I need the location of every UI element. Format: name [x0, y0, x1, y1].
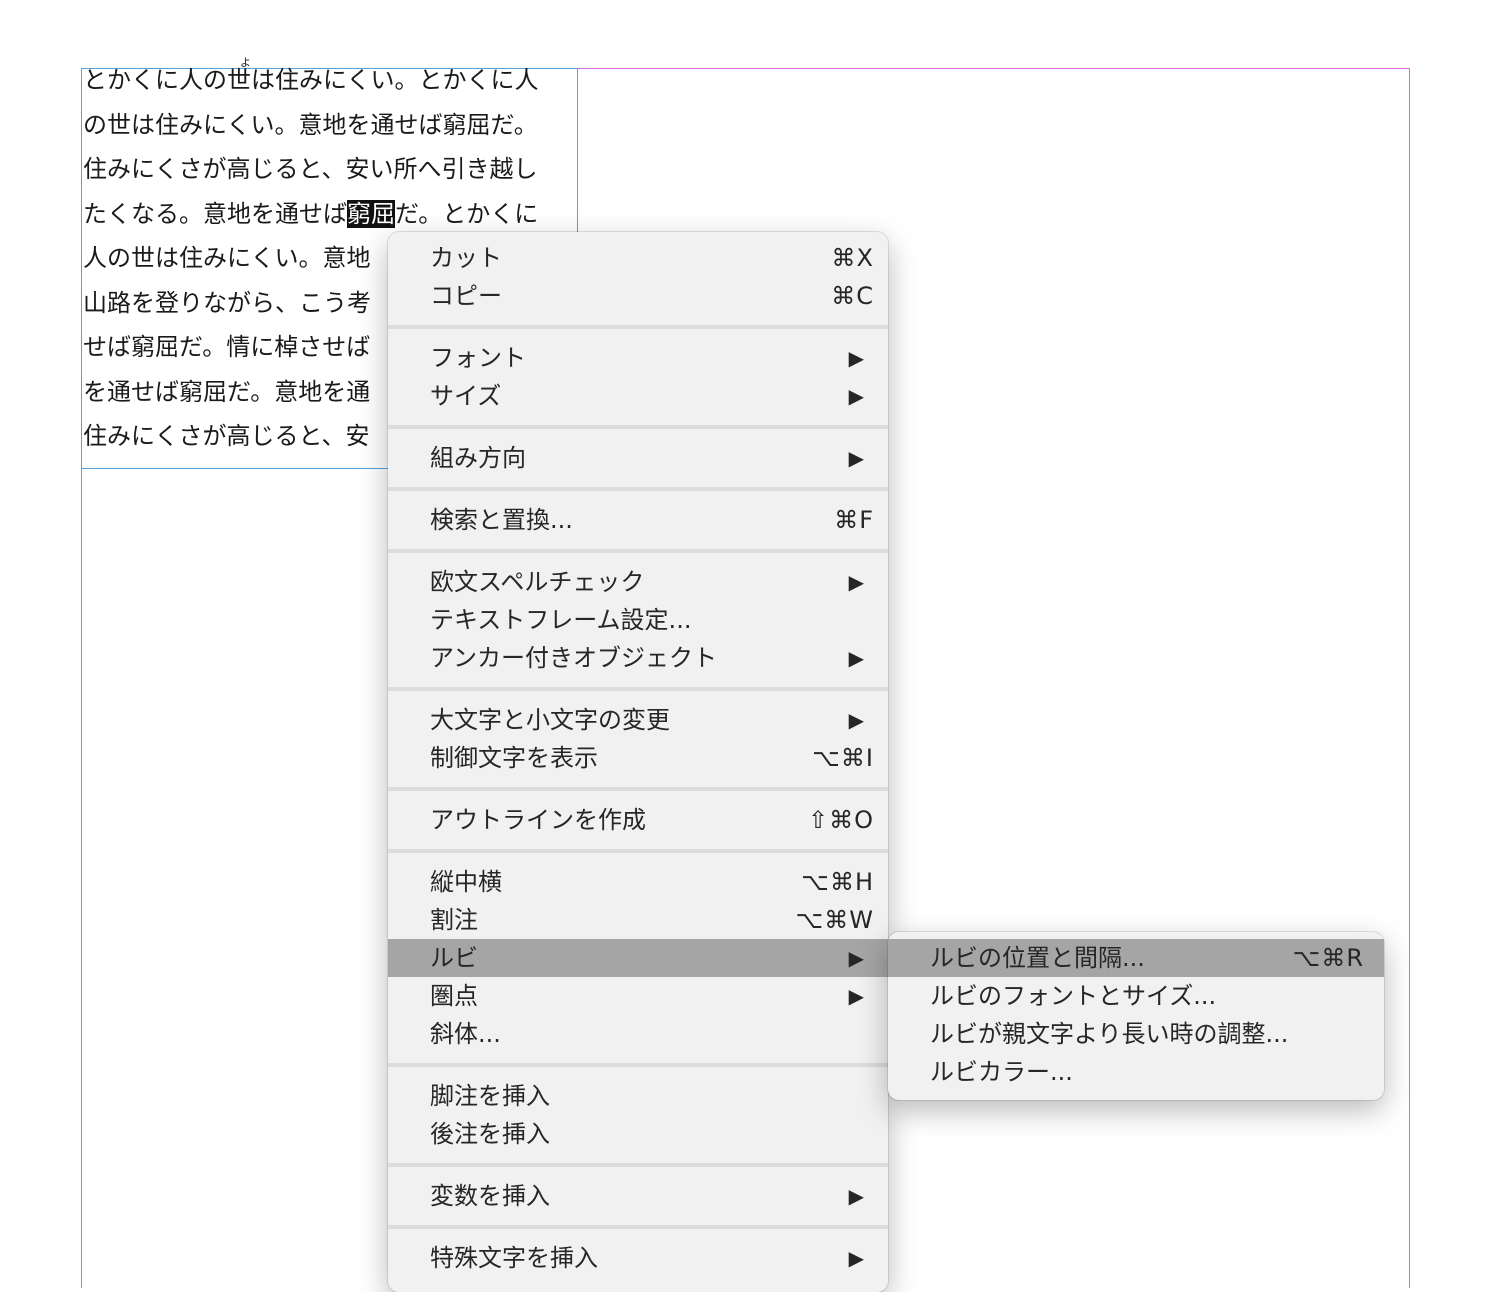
- text-run: の世は住みにくい。意地を通せば窮屈だ。: [83, 110, 538, 139]
- menu-item-7-0[interactable]: 縦中横 ⌥⌘H: [388, 863, 888, 901]
- menu-item-label: 検索と置換...: [430, 506, 573, 534]
- menu-separator: [388, 839, 888, 863]
- submenu-arrow-icon: ▶: [848, 984, 864, 1008]
- menu-item-label: 大文字と小文字の変更: [430, 706, 670, 734]
- menu-item-3-0[interactable]: 検索と置換... ⌘F: [388, 501, 888, 539]
- menu-item-label: テキストフレーム設定...: [430, 606, 692, 634]
- menu-item-9-0[interactable]: 変数を挿入 ▶: [388, 1177, 888, 1215]
- submenu-arrow-icon: ▶: [848, 384, 864, 408]
- menu-item-label: ルビの位置と間隔...: [930, 944, 1145, 972]
- ruby-submenu-item-2[interactable]: ルビが親文字より長い時の調整...: [888, 1015, 1384, 1053]
- menu-item-label: アンカー付きオブジェクト: [430, 644, 718, 672]
- menu-item-4-2[interactable]: アンカー付きオブジェクト ▶: [388, 639, 888, 677]
- text-run: とかくに人の世は住みにくい。とかくに人: [83, 66, 539, 94]
- menu-item-label: ルビが親文字より長い時の調整...: [930, 1020, 1289, 1048]
- ruby-submenu-item-3[interactable]: ルビカラー...: [888, 1053, 1384, 1091]
- menu-item-7-4[interactable]: 斜体...: [388, 1015, 888, 1053]
- menu-item-shortcut: ⌘C: [831, 282, 874, 310]
- menu-separator: [388, 539, 888, 563]
- menu-item-shortcut: ⌘X: [831, 244, 874, 272]
- menu-item-shortcut: ⌥⌘I: [812, 744, 874, 772]
- text-run: だ。とかくに: [395, 199, 539, 228]
- menu-item-0-0[interactable]: カット ⌘X: [388, 239, 888, 277]
- submenu-arrow-icon: ▶: [848, 708, 864, 732]
- menu-separator: [388, 1215, 888, 1239]
- menu-item-1-0[interactable]: フォント ▶: [388, 339, 888, 377]
- text-run: 人の世は住みにくい。意地: [83, 244, 371, 272]
- menu-item-label: ルビカラー...: [930, 1058, 1073, 1086]
- menu-item-0-1[interactable]: コピー ⌘C: [388, 277, 888, 315]
- menu-item-5-0[interactable]: 大文字と小文字の変更 ▶: [388, 701, 888, 739]
- submenu-arrow-icon: ▶: [848, 1246, 864, 1270]
- menu-separator: [388, 677, 888, 701]
- menu-separator: [388, 315, 888, 339]
- submenu-arrow-icon: ▶: [848, 446, 864, 470]
- menu-separator: [388, 777, 888, 801]
- menu-item-shortcut: ⌘F: [834, 506, 874, 534]
- menu-item-shortcut: ⌥⌘W: [795, 906, 874, 934]
- context-menu-list: カット ⌘X コピー ⌘C フォント ▶ サイズ ▶ 組み方向 ▶ 検索と置換... ⌘F 欧文スペルチ…: [388, 232, 888, 1277]
- text-run: 住みにくさが高じると、安い所へ引き越し: [83, 155, 538, 183]
- menu-item-shortcut: ⇧⌘O: [808, 806, 874, 834]
- menu-item-shortcut: ⌥⌘R: [1292, 944, 1364, 972]
- menu-item-label: 脚注を挿入: [430, 1082, 550, 1110]
- context-menu: カット ⌘X コピー ⌘C フォント ▶ サイズ ▶ 組み方向 ▶ 検索と置換... ⌘F 欧文スペルチ…: [388, 232, 888, 1292]
- text-run: 住みにくさが高じると、安: [83, 422, 370, 450]
- submenu-arrow-icon: ▶: [848, 570, 864, 594]
- menu-item-4-1[interactable]: テキストフレーム設定...: [388, 601, 888, 639]
- menu-item-shortcut: ⌥⌘H: [801, 868, 874, 896]
- menu-item-8-0[interactable]: 脚注を挿入: [388, 1077, 888, 1115]
- text-run: たくなる。意地を通せば: [83, 199, 347, 228]
- selected-text: 窮屈: [347, 199, 395, 228]
- menu-item-10-0[interactable]: 特殊文字を挿入 ▶: [388, 1239, 888, 1277]
- submenu-arrow-icon: ▶: [848, 346, 864, 370]
- ruby-submenu-item-0[interactable]: ルビの位置と間隔... ⌥⌘R: [888, 939, 1384, 977]
- menu-separator: [388, 415, 888, 439]
- menu-item-label: 縦中横: [430, 868, 502, 896]
- ruby-submenu-item-1[interactable]: ルビのフォントとサイズ...: [888, 977, 1384, 1015]
- menu-item-label: ルビ: [430, 944, 478, 972]
- menu-item-5-1[interactable]: 制御文字を表示 ⌥⌘I: [388, 739, 888, 777]
- menu-item-label: 欧文スペルチェック: [430, 568, 645, 596]
- menu-item-7-2[interactable]: ルビ ▶: [388, 939, 888, 977]
- menu-item-4-0[interactable]: 欧文スペルチェック ▶: [388, 563, 888, 601]
- menu-item-label: 制御文字を表示: [430, 744, 598, 772]
- menu-item-label: コピー: [430, 282, 502, 310]
- menu-separator: [388, 1053, 888, 1077]
- menu-item-label: 特殊文字を挿入: [430, 1244, 598, 1272]
- menu-item-8-1[interactable]: 後注を挿入: [388, 1115, 888, 1153]
- menu-item-label: 変数を挿入: [430, 1182, 550, 1210]
- menu-item-label: サイズ: [430, 382, 502, 410]
- text-run: を通せば窮屈だ。意地を通: [83, 377, 371, 406]
- submenu-arrow-icon: ▶: [848, 646, 864, 670]
- menu-item-label: 組み方向: [430, 444, 526, 472]
- menu-item-label: 後注を挿入: [430, 1120, 550, 1148]
- text-line: とかくに人の世は住みにくい。とかくに人: [83, 58, 578, 103]
- submenu-arrow-icon: ▶: [848, 1184, 864, 1208]
- menu-item-7-1[interactable]: 割注 ⌥⌘W: [388, 901, 888, 939]
- submenu-arrow-icon: ▶: [848, 946, 864, 970]
- text-line: 住みにくさが高じると、安い所へ引き越し: [83, 147, 578, 192]
- ruby-submenu: ルビの位置と間隔... ⌥⌘R ルビのフォントとサイズ... ルビが親文字より長い時の…: [888, 932, 1384, 1100]
- menu-item-7-3[interactable]: 圏点 ▶: [388, 977, 888, 1015]
- menu-item-label: アウトラインを作成: [430, 806, 646, 834]
- menu-item-label: ルビのフォントとサイズ...: [930, 982, 1217, 1010]
- menu-item-6-0[interactable]: アウトラインを作成 ⇧⌘O: [388, 801, 888, 839]
- menu-item-1-1[interactable]: サイズ ▶: [388, 377, 888, 415]
- menu-separator: [388, 1153, 888, 1177]
- text-run: せば窮屈だ。情に棹させば: [83, 333, 371, 361]
- text-line: の世は住みにくい。意地を通せば窮屈だ。: [83, 103, 578, 148]
- menu-item-label: 割注: [430, 906, 478, 934]
- menu-item-label: カット: [430, 244, 502, 272]
- menu-item-label: 斜体...: [430, 1020, 501, 1048]
- text-run: 山路を登りながら、こう考: [83, 288, 371, 317]
- menu-item-2-0[interactable]: 組み方向 ▶: [388, 439, 888, 477]
- menu-item-label: フォント: [430, 344, 526, 372]
- menu-separator: [388, 477, 888, 501]
- menu-item-label: 圏点: [430, 982, 478, 1010]
- text-line: たくなる。意地を通せば窮屈だ。とかくに: [83, 192, 578, 237]
- ruby-submenu-list: ルビの位置と間隔... ⌥⌘R ルビのフォントとサイズ... ルビが親文字より長い時の…: [888, 932, 1384, 1091]
